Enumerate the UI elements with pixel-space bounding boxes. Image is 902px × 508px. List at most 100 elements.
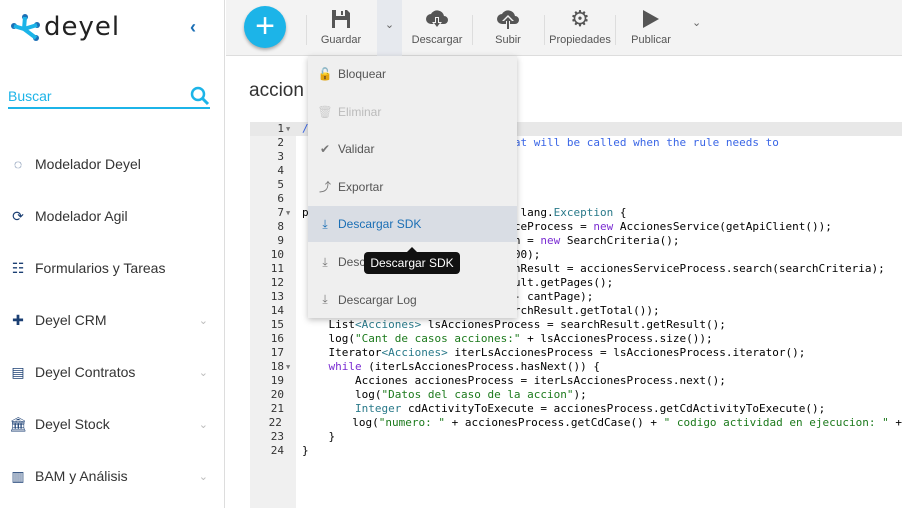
menu-item-validar[interactable]: ✔ Validar: [308, 131, 517, 167]
subir-button[interactable]: Subir: [488, 8, 528, 46]
publicar-button[interactable]: Publicar: [626, 8, 676, 46]
code-line[interactable]: 23 }: [250, 430, 902, 444]
divider: [306, 15, 307, 45]
sidebar-item-deyel-stock[interactable]: 🏛 Deyel Stock ⌄: [0, 398, 224, 450]
code-line[interactable]: 16 log("Cant de casos acciones:" + lsAcc…: [250, 332, 902, 346]
code-text: log("numero: " + accionesProcess.getCdCa…: [299, 416, 902, 429]
sidebar-item-formularios-y-tareas[interactable]: ☷ Formularios y Tareas: [0, 242, 224, 294]
propiedades-button[interactable]: ⚙ Propiedades: [548, 6, 612, 46]
code-line[interactable]: 22 log("numero: " + accionesProcess.getC…: [250, 416, 902, 430]
document-icon: ▤: [11, 363, 25, 380]
tooltip: Descargar SDK: [364, 247, 460, 274]
menu-item-label: Validar: [338, 142, 375, 157]
check-icon: ✔: [319, 142, 331, 157]
add-button[interactable]: +: [244, 6, 286, 48]
lock-icon: 🔓: [317, 67, 333, 81]
deyel-logo: deyel: [10, 12, 120, 42]
sidebar-item-label: Modelador Agil: [35, 208, 128, 224]
code-text: Iterator<Acciones> iterLsAccionesProcess…: [302, 346, 806, 359]
collapse-sidebar-button[interactable]: ‹: [190, 17, 196, 38]
code-line[interactable]: 24}: [250, 444, 902, 458]
sidebar-item-bam-y-an-lisis[interactable]: ▥ BAM y Análisis ⌄: [0, 450, 224, 502]
menu-item-label: Eliminar: [338, 104, 382, 119]
sidebar-item-label: Deyel CRM: [35, 312, 107, 328]
line-number: 14: [270, 304, 284, 317]
guardar-button[interactable]: Guardar: [316, 8, 366, 46]
code-text: List<Acciones> lsAccionesProcess = searc…: [302, 318, 726, 331]
fold-arrow-icon[interactable]: ▼: [286, 206, 296, 220]
descargar-button[interactable]: Descargar: [409, 8, 465, 46]
sidebar-item-deyel-contratos[interactable]: ▤ Deyel Contratos ⌄: [0, 346, 224, 398]
toolbar: + Guardar ⌄ Descargar Subir ⚙ Propiedade…: [226, 0, 902, 56]
code-line[interactable]: 18 ▼ while (iterLsAccionesProcess.hasNext…: [250, 360, 902, 374]
chevron-down-icon[interactable]: ⌄: [199, 366, 208, 379]
line-number: 4: [277, 164, 284, 177]
code-line[interactable]: 17 Iterator<Acciones> iterLsAccionesProc…: [250, 346, 902, 360]
code-text: log("Datos del caso de la accion");: [302, 388, 587, 401]
menu-item-descargar-sdk[interactable]: ⤓ Descargar SDK: [308, 206, 517, 243]
menu-item-exportar[interactable]: ⤴ Exportar: [308, 169, 517, 205]
play-icon: [643, 10, 659, 28]
sidebar-item-modelador-deyel[interactable]: ◌ Modelador Deyel: [0, 138, 224, 190]
fold-arrow-icon[interactable]: ▼: [286, 360, 296, 374]
publicar-label: Publicar: [631, 34, 671, 46]
sidebar-nav: ◌ Modelador Deyel ⟳ Modelador Agil ☷ Formular…: [0, 138, 224, 502]
chevron-down-icon[interactable]: ⌄: [199, 470, 208, 483]
more-options-menu: 🔓 Bloquear 🗑 Eliminar ✔ Validar ⤴ Exportar ⤓ Desc…: [308, 56, 517, 318]
form-icon: ☷: [11, 259, 25, 276]
code-line[interactable]: 19 Acciones accionesProcess = iterLsAcci…: [250, 374, 902, 388]
divider: [544, 15, 545, 45]
publicar-dropdown[interactable]: ⌄: [692, 16, 701, 29]
code-text: while (iterLsAccionesProcess.hasNext()) …: [328, 360, 601, 373]
subir-label: Subir: [495, 34, 521, 46]
gear-icon: ⚙: [570, 6, 590, 31]
code-line[interactable]: 20 log("Datos del caso de la accion");: [250, 388, 902, 402]
fold-arrow-icon[interactable]: ▼: [286, 122, 296, 136]
download-sdk-icon: ⤓: [322, 216, 328, 231]
line-number: 12: [270, 276, 284, 289]
line-number: 6: [277, 192, 284, 205]
line-number: 1: [277, 122, 284, 135]
more-options-dropdown[interactable]: ⌄: [377, 0, 402, 56]
code-text: }: [302, 444, 309, 457]
code-text: }: [302, 430, 336, 443]
propiedades-label: Propiedades: [549, 34, 611, 46]
menu-item-eliminar: 🗑 Eliminar: [308, 94, 517, 130]
chevron-down-icon[interactable]: ⌄: [199, 314, 208, 327]
download-icon: ⤓: [322, 254, 328, 269]
code-line[interactable]: 21 Integer cdActivityToExecute = accione…: [250, 402, 902, 416]
code-text: /: [302, 122, 309, 135]
sidebar-item-label: Formularios y Tareas: [35, 260, 166, 276]
code-line[interactable]: 15 List<Acciones> lsAccionesProcess = se…: [250, 318, 902, 332]
sidebar-item-modelador-agil[interactable]: ⟳ Modelador Agil: [0, 190, 224, 242]
line-number: 9: [277, 234, 284, 247]
search-icon[interactable]: [190, 86, 210, 106]
code-text: log("Cant de casos acciones:" + lsAccion…: [302, 332, 713, 345]
download-log-icon: ⤓: [322, 292, 328, 307]
cloud-upload-icon: [497, 10, 519, 29]
menu-item-label: Desc: [338, 255, 366, 269]
menu-item-descargar-log[interactable]: ⤓ Descargar Log: [308, 282, 517, 318]
chevron-down-icon[interactable]: ⌄: [199, 418, 208, 431]
code-text: Acciones accionesProcess = iterLsAccione…: [302, 374, 726, 387]
search-input[interactable]: Buscar: [8, 84, 210, 109]
menu-item-label: Bloquear: [338, 67, 387, 81]
sidebar-item-deyel-crm[interactable]: ✚ Deyel CRM ⌄: [0, 294, 224, 346]
guardar-label: Guardar: [320, 34, 362, 46]
sidebar-item-label: Deyel Stock: [35, 416, 110, 432]
line-number: 17: [270, 346, 284, 359]
menu-item-bloquear[interactable]: 🔓 Bloquear: [308, 56, 517, 92]
trash-icon: 🗑: [317, 104, 333, 119]
